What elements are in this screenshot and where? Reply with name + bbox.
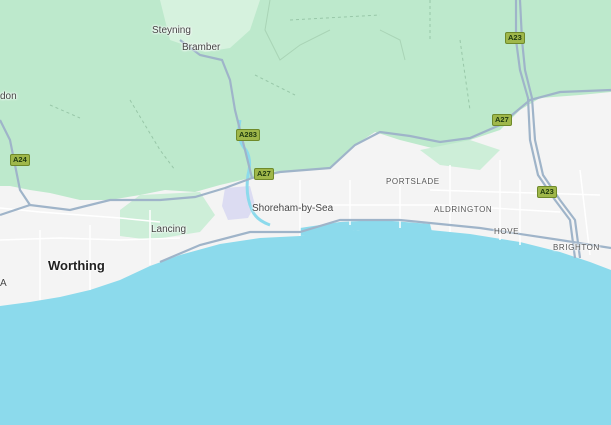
road-shield-a283[interactable]: A283 — [236, 129, 260, 141]
map-view[interactable]: Steyning Bramber don Lancing Worthing Sh… — [0, 0, 611, 425]
place-label-brighton[interactable]: BRIGHTON — [553, 244, 600, 252]
place-label-lancing[interactable]: Lancing — [151, 225, 186, 235]
road-shield-a23-south[interactable]: A23 — [537, 186, 557, 198]
place-label-hove[interactable]: HOVE — [494, 228, 519, 236]
road-shield-a27-east[interactable]: A27 — [492, 114, 512, 126]
road-shield-a24[interactable]: A24 — [10, 154, 30, 166]
road-shield-a27-west[interactable]: A27 — [254, 168, 274, 180]
place-label-partial-sw[interactable]: A — [0, 279, 7, 289]
place-label-steyning[interactable]: Steyning — [152, 26, 191, 36]
place-label-portslade[interactable]: PORTSLADE — [386, 178, 440, 186]
road-shield-a23-north[interactable]: A23 — [505, 32, 525, 44]
place-label-partial-west[interactable]: don — [0, 92, 17, 102]
place-label-shoreham[interactable]: Shoreham-by-Sea — [252, 204, 333, 214]
place-label-bramber[interactable]: Bramber — [182, 43, 220, 53]
place-label-worthing[interactable]: Worthing — [48, 259, 105, 272]
place-label-aldrington[interactable]: ALDRINGTON — [434, 206, 492, 214]
